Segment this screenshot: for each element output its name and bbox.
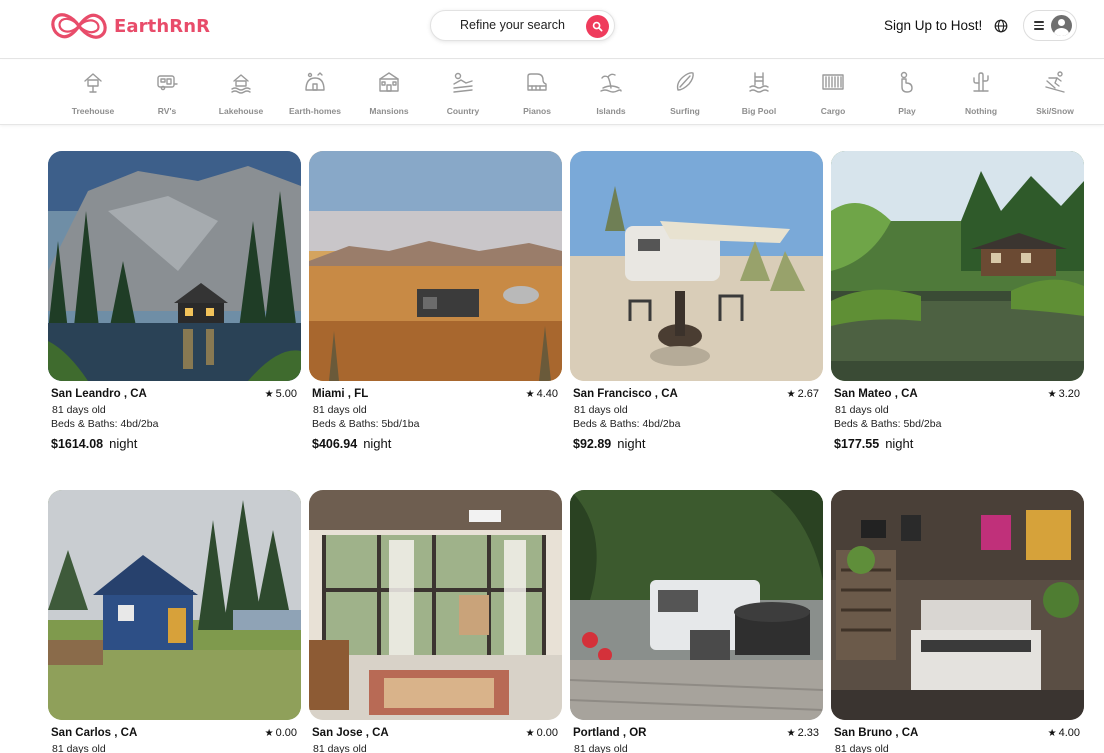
listing-age: 81 days old (835, 743, 889, 753)
listing-beds-baths: Beds & Baths: 4bd/2ba (51, 418, 159, 430)
sign-up-host-link[interactable]: Sign Up to Host! (884, 18, 982, 33)
avatar-icon (1051, 15, 1072, 36)
listing-card[interactable]: San Francisco , CA ★ 2.67 81 days old Bed… (570, 151, 823, 451)
desert-camper-photo[interactable] (570, 151, 823, 381)
listing-rating: ★ 2.33 (786, 727, 819, 739)
listing-price: $177.55 night (834, 436, 914, 451)
globe-icon[interactable] (994, 19, 1008, 33)
listing-age: 81 days old (52, 404, 106, 416)
surfboard-icon (676, 72, 694, 91)
listing-price: $1614.08 night (51, 436, 138, 451)
listing-price: $92.89 night (573, 436, 646, 451)
category-lakehouse[interactable]: Lakehouse (204, 70, 278, 116)
category-play[interactable]: Play (870, 70, 944, 116)
category-big-pool[interactable]: Big Pool (722, 70, 796, 116)
listing-location: San Carlos , CA (51, 727, 138, 739)
search-bar[interactable]: Refine your search (430, 10, 615, 41)
listing-card[interactable]: Miami , FL ★ 4.40 81 days old Beds & Bath… (309, 151, 562, 451)
listing-age: 81 days old (574, 404, 628, 416)
category-mansions[interactable]: Mansions (352, 70, 426, 116)
listing-rating: ★ 5.00 (264, 388, 297, 400)
listing-age: 81 days old (574, 743, 628, 753)
infinity-logo-icon (51, 13, 107, 39)
treehouse-icon (84, 73, 102, 93)
brand-logo[interactable]: EarthRnR (50, 9, 210, 43)
listing-beds-baths: Beds & Baths: 5bd/2ba (834, 418, 942, 430)
listing-beds-baths: Beds & Baths: 4bd/2ba (573, 418, 681, 430)
listing-beds-baths: Beds & Baths: 5bd/1ba (312, 418, 420, 430)
earth-home-icon (305, 72, 325, 91)
listing-card[interactable]: San Carlos , CA ★ 0.00 81 days old (48, 490, 301, 753)
listing-age: 81 days old (313, 743, 367, 753)
top-header: EarthRnR Refine your search Sign Up to H… (0, 0, 1104, 59)
search-icon (592, 21, 603, 32)
listing-rating: ★ 0.00 (264, 727, 297, 739)
star-icon: ★ (786, 389, 796, 400)
rv-patio-photo[interactable] (570, 490, 823, 720)
listing-location: San Mateo , CA (834, 388, 918, 400)
skiing-icon (1045, 71, 1065, 93)
listing-age: 81 days old (835, 404, 889, 416)
listing-card[interactable]: San Bruno , CA ★ 4.00 81 days old (831, 490, 1084, 753)
user-menu-button[interactable] (1023, 10, 1077, 41)
rv-icon (157, 75, 178, 91)
listing-age: 81 days old (52, 743, 106, 753)
listing-card[interactable]: San Leandro , CA ★ 5.00 81 days old Beds … (48, 151, 301, 451)
play-icon (900, 71, 913, 93)
listing-price: $406.94 night (312, 436, 392, 451)
listing-card[interactable]: Portland , OR ★ 2.33 81 days old (570, 490, 823, 753)
star-icon: ★ (525, 389, 535, 400)
listing-location: San Bruno , CA (834, 727, 919, 739)
category-ski-snow[interactable]: Ski/Snow (1018, 70, 1092, 116)
listing-rating: ★ 4.00 (1047, 727, 1080, 739)
cactus-icon (973, 72, 989, 92)
star-icon: ★ (1047, 728, 1057, 739)
listing-location: Portland , OR (573, 727, 647, 739)
brand-name: EarthRnR (114, 15, 211, 37)
category-surfing[interactable]: Surfing (648, 70, 722, 116)
listing-age: 81 days old (313, 404, 367, 416)
lakehouse-icon (231, 74, 251, 94)
listing-location: San Jose , CA (312, 727, 389, 739)
sunroom-photo[interactable] (309, 490, 562, 720)
category-nothing[interactable]: Nothing (944, 70, 1018, 116)
blue-cabin-photo[interactable] (48, 490, 301, 720)
workshop-photo[interactable] (831, 490, 1084, 720)
star-icon: ★ (264, 728, 274, 739)
pond-house-photo[interactable] (831, 151, 1084, 381)
star-icon: ★ (525, 728, 535, 739)
lake-cabin-photo[interactable] (48, 151, 301, 381)
search-button[interactable] (586, 15, 609, 38)
listing-location: San Leandro , CA (51, 388, 147, 400)
category-cargo[interactable]: Cargo (796, 70, 870, 116)
star-icon: ★ (1047, 389, 1057, 400)
listing-rating: ★ 3.20 (1047, 388, 1080, 400)
menu-icon (1034, 21, 1044, 30)
listing-location: San Francisco , CA (573, 388, 678, 400)
listing-rating: ★ 0.00 (525, 727, 558, 739)
desert-cabin-photo[interactable] (309, 151, 562, 381)
cargo-container-icon (822, 74, 844, 90)
listing-card[interactable]: San Jose , CA ★ 0.00 81 days old (309, 490, 562, 753)
star-icon: ★ (264, 389, 274, 400)
country-icon (453, 72, 473, 93)
category-pianos[interactable]: Pianos (500, 70, 574, 116)
category-country[interactable]: Country (426, 70, 500, 116)
category-rvs[interactable]: RV's (130, 70, 204, 116)
category-earth-homes[interactable]: Earth-homes (278, 70, 352, 116)
listing-location: Miami , FL (312, 388, 369, 400)
mansion-icon (379, 72, 399, 92)
listing-rating: ★ 4.40 (525, 388, 558, 400)
star-icon: ★ (786, 728, 796, 739)
category-islands[interactable]: Islands (574, 70, 648, 116)
listing-card[interactable]: San Mateo , CA ★ 3.20 81 days old Beds & … (831, 151, 1084, 451)
category-bar: Treehouse RV's Lakehouse Earth-homes Man… (0, 60, 1104, 125)
piano-icon (527, 73, 547, 91)
listing-rating: ★ 2.67 (786, 388, 819, 400)
category-treehouse[interactable]: Treehouse (56, 70, 130, 116)
pool-icon (749, 72, 769, 93)
search-label: Refine your search (460, 18, 565, 32)
island-icon (600, 73, 622, 93)
